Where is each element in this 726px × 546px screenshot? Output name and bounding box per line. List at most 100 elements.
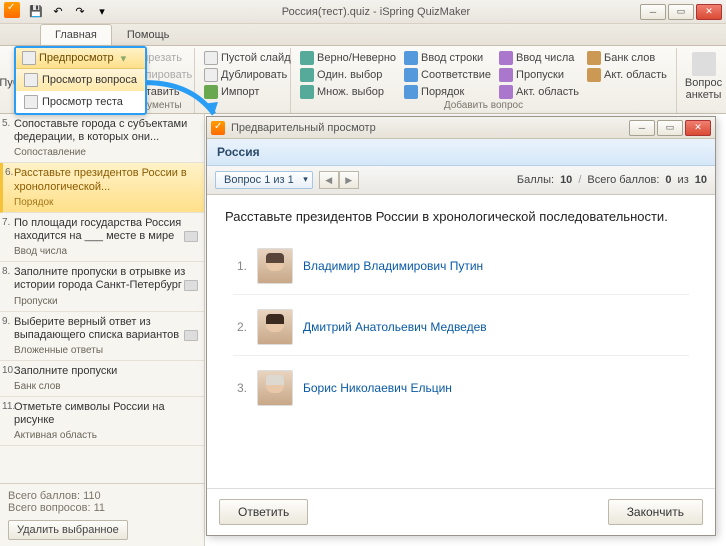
question-text: Расставьте президентов России в хронолог… bbox=[225, 209, 697, 224]
total-points: Всего баллов: 110 bbox=[8, 490, 196, 502]
answer-number: 3. bbox=[233, 381, 247, 395]
survey-icon bbox=[692, 52, 716, 76]
gaps-icon bbox=[499, 68, 513, 82]
preview-window: Предварительный просмотр ─ ▭ ✕ Россия Во… bbox=[206, 116, 716, 536]
q-type: Сопоставление bbox=[14, 147, 86, 158]
preview-q-icon bbox=[24, 73, 38, 87]
hotspot-icon bbox=[499, 85, 513, 99]
tab-help[interactable]: Помощь bbox=[112, 24, 185, 45]
answer-item[interactable]: 1.Владимир Владимирович Путин bbox=[233, 244, 689, 295]
dropdown-header[interactable]: Предпросмотр▾ bbox=[16, 48, 145, 69]
multi-button[interactable]: Множ. выбор bbox=[297, 84, 399, 100]
question-item[interactable]: 10.Заполните пропускиБанк слов bbox=[0, 361, 204, 397]
wordbank-button[interactable]: Банк слов bbox=[584, 50, 670, 66]
next-button[interactable]: ▶ bbox=[339, 171, 359, 189]
preview-maximize-button[interactable]: ▭ bbox=[657, 120, 683, 136]
question-item[interactable]: 6.Расставьте президентов России в хронол… bbox=[0, 163, 204, 212]
q-text: Сопоставьте города с субъектами федераци… bbox=[14, 118, 198, 144]
prev-button[interactable]: ◀ bbox=[319, 171, 339, 189]
q-text: Отметьте символы России на рисунке bbox=[14, 401, 198, 427]
total-current: 0 bbox=[665, 174, 671, 186]
ribbon-tabs: Главная Помощь bbox=[0, 24, 726, 46]
titlebar: 💾 ↶ ↷ ▾ Россия(тест).quiz - iSpring Quiz… bbox=[0, 0, 726, 24]
import-button[interactable]: Импорт bbox=[201, 84, 294, 100]
truefalse-button[interactable]: Верно/Неверно bbox=[297, 50, 399, 66]
q-type: Порядок bbox=[14, 197, 53, 208]
submit-button[interactable]: Ответить bbox=[219, 499, 308, 525]
gaps-button[interactable]: Пропуски bbox=[496, 67, 582, 83]
hotspot-button[interactable]: Акт. область bbox=[496, 84, 582, 100]
q-text: Заполните пропуски в отрывке из истории … bbox=[14, 266, 198, 292]
single-button[interactable]: Один. выбор bbox=[297, 67, 399, 83]
question-item[interactable]: 8. Заполните пропуски в отрывке из истори… bbox=[0, 262, 204, 311]
answer-name: Дмитрий Анатольевич Медведев bbox=[303, 320, 487, 334]
q-type: Активная область bbox=[14, 430, 97, 441]
multi-icon bbox=[300, 85, 314, 99]
preview-minimize-button[interactable]: ─ bbox=[629, 120, 655, 136]
answer-item[interactable]: 2. Дмитрий Анатольевич Медведев bbox=[233, 305, 689, 356]
quick-access-toolbar: 💾 ↶ ↷ ▾ bbox=[4, 2, 112, 22]
answer-item[interactable]: 3. Борис Николаевич Ельцин bbox=[233, 366, 689, 416]
single-icon bbox=[300, 68, 314, 82]
essay-icon bbox=[587, 68, 601, 82]
q-number: 8. bbox=[2, 266, 10, 277]
match-icon bbox=[404, 68, 418, 82]
textinput-button[interactable]: Ввод строки bbox=[401, 50, 494, 66]
preview-title: Предварительный просмотр bbox=[231, 122, 629, 134]
finish-button[interactable]: Закончить bbox=[608, 499, 703, 525]
group-addq-label: Добавить вопрос bbox=[297, 100, 670, 111]
answer-image bbox=[257, 248, 293, 284]
quiz-name: Россия bbox=[207, 139, 715, 166]
truefalse-icon bbox=[300, 51, 314, 65]
q-number: 6. bbox=[5, 167, 13, 178]
close-button[interactable]: ✕ bbox=[696, 4, 722, 20]
preview-test-item[interactable]: Просмотр теста bbox=[16, 91, 145, 113]
total-questions: Всего вопросов: 11 bbox=[8, 502, 196, 514]
q-number: 5. bbox=[2, 118, 10, 129]
delete-selected-button[interactable]: Удалить выбранное bbox=[8, 520, 128, 540]
answer-number: 2. bbox=[233, 320, 247, 334]
thumb-icon bbox=[184, 280, 198, 291]
preview-titlebar: Предварительный просмотр ─ ▭ ✕ bbox=[207, 117, 715, 139]
order-button[interactable]: Порядок bbox=[401, 84, 494, 100]
tab-main[interactable]: Главная bbox=[40, 24, 112, 45]
qat-save-icon[interactable]: 💾 bbox=[26, 2, 46, 22]
num-icon bbox=[499, 51, 513, 65]
qat-redo-icon[interactable]: ↷ bbox=[70, 2, 90, 22]
maximize-button[interactable]: ▭ bbox=[668, 4, 694, 20]
answer-image bbox=[257, 309, 293, 345]
duplicate-button[interactable]: Дублировать bbox=[201, 67, 294, 83]
q-number: 10. bbox=[2, 365, 16, 376]
minimize-button[interactable]: ─ bbox=[640, 4, 666, 20]
numinput-button[interactable]: Ввод числа bbox=[496, 50, 582, 66]
preview-logo-icon bbox=[211, 121, 225, 135]
thumb-icon bbox=[184, 231, 198, 242]
survey-button[interactable]: Вопрос анкеты bbox=[683, 50, 724, 103]
app-logo-icon bbox=[4, 2, 20, 18]
duplicate-icon bbox=[204, 68, 218, 82]
question-item[interactable]: 11.Отметьте символы России на рисунке Акт… bbox=[0, 397, 204, 446]
essay-button[interactable]: Акт. область bbox=[584, 67, 670, 83]
q-text: Заполните пропуски bbox=[14, 365, 198, 378]
points-label: Баллы: bbox=[517, 174, 554, 186]
q-type: Пропуски bbox=[14, 296, 58, 307]
q-number: 11. bbox=[2, 401, 15, 412]
preview-question-item[interactable]: Просмотр вопроса bbox=[16, 69, 145, 91]
question-item[interactable]: 9.Выберите верный ответ из выпадающего с… bbox=[0, 312, 204, 361]
question-item[interactable]: 7.По площади государства Россия находитс… bbox=[0, 213, 204, 262]
question-item[interactable]: 5. Сопоставьте города с субъектами федера… bbox=[0, 114, 204, 163]
answer-name: Борис Николаевич Ельцин bbox=[303, 381, 452, 395]
qat-more-icon[interactable]: ▾ bbox=[92, 2, 112, 22]
question-selector[interactable]: Вопрос 1 из 1 bbox=[215, 171, 313, 189]
total-points-label: Всего баллов: bbox=[587, 174, 659, 186]
q-text: Расставьте президентов России в хронолог… bbox=[14, 167, 198, 193]
q-type: Ввод числа bbox=[14, 246, 67, 257]
preview-close-button[interactable]: ✕ bbox=[685, 120, 711, 136]
preview-dropdown: Предпросмотр▾ Просмотр вопроса Просмотр … bbox=[14, 46, 147, 115]
qat-undo-icon[interactable]: ↶ bbox=[48, 2, 68, 22]
wordbank-icon bbox=[587, 51, 601, 65]
q-text: Выберите верный ответ из выпадающего спи… bbox=[14, 316, 198, 342]
blank-slide-button[interactable]: Пустой слайд bbox=[201, 50, 294, 66]
total-max: 10 bbox=[695, 174, 707, 186]
match-button[interactable]: Соответствие bbox=[401, 67, 494, 83]
